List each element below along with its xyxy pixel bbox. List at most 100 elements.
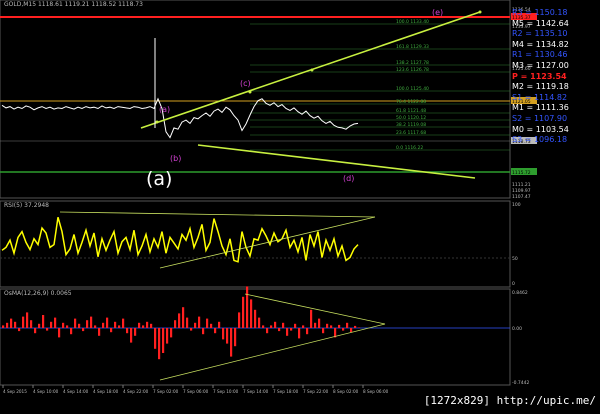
osma-bar xyxy=(202,328,205,335)
osma-bar xyxy=(98,328,101,336)
osma-bar xyxy=(270,325,273,328)
time-tick-label: 7 Sep 18:00 xyxy=(273,389,299,394)
osma-bar xyxy=(326,323,329,328)
fib-level-label: 100.0 1125.40 xyxy=(396,86,429,92)
osma-bar xyxy=(210,323,213,328)
time-tick-label: 4 Sep 18:00 xyxy=(93,389,119,394)
osma-bar xyxy=(218,321,221,328)
pivot-level: M2 = 1119.18 xyxy=(512,82,569,92)
osma-bar xyxy=(358,327,361,328)
fib-level-label: 123.6 1126.78 xyxy=(396,67,429,73)
fib-level-label: 61.8 1121.48 xyxy=(396,108,426,114)
osma-bar xyxy=(338,324,341,328)
osma-bar xyxy=(266,328,269,334)
osma-bar xyxy=(238,312,241,328)
trendline-node xyxy=(478,10,482,14)
time-tick-label: 4 Sep 2015 xyxy=(3,389,27,394)
osma-bar xyxy=(34,328,37,334)
osma-triangle-upper xyxy=(244,293,386,325)
pivot-level: M4 = 1134.82 xyxy=(512,39,569,49)
osma-bar xyxy=(226,328,229,344)
time-tick-label: 7 Sep 10:00 xyxy=(213,389,239,394)
osma-bar xyxy=(86,320,89,328)
time-tick-label: 7 Sep 14:00 xyxy=(243,389,269,394)
osma-bar xyxy=(10,318,13,328)
osma-bar xyxy=(286,328,289,336)
osma-bar xyxy=(310,309,313,328)
osma-bar xyxy=(254,309,257,328)
osma-bar xyxy=(298,328,301,339)
time-tick-label: 7 Sep 02:00 xyxy=(153,389,179,394)
osma-bar xyxy=(190,328,193,331)
osma-bar xyxy=(198,316,201,328)
osma-bar xyxy=(302,325,305,328)
price-marker-label: 1115.72 xyxy=(512,170,531,176)
osma-bar xyxy=(18,328,21,332)
fib-level-label: 50.0 1120.12 xyxy=(396,115,426,121)
osma-bar xyxy=(66,325,69,328)
osma-tick-label: 0.8462 xyxy=(512,290,528,296)
pivot-level: M5 = 1142.64 xyxy=(512,18,569,28)
pivot-level: R3 = 1150.18 xyxy=(512,8,568,17)
time-tick-label: 4 Sep 10:00 xyxy=(33,389,59,394)
osma-panel-frame xyxy=(0,288,511,386)
osma-bar xyxy=(166,328,169,344)
osma-bar xyxy=(290,328,293,331)
osma-bar xyxy=(262,325,265,328)
chart-canvas: 100.0 1133.40161.8 1129.33138.2 1127.781… xyxy=(0,0,537,394)
osma-bar xyxy=(46,328,49,331)
time-tick-label: 4 Sep 14:00 xyxy=(63,389,89,394)
osma-bar xyxy=(194,322,197,328)
osma-bar xyxy=(118,325,121,328)
pivot-level: M1 = 1111.36 xyxy=(512,103,569,113)
main-panel-header: GOLD,M15 1118.61 1119.21 1118.52 1118.73 xyxy=(4,1,143,8)
pivot-level: S1 = 1114.82 xyxy=(512,92,568,102)
osma-bar xyxy=(274,321,277,328)
osma-bar xyxy=(38,323,41,328)
osma-bar xyxy=(146,321,149,328)
osma-bar xyxy=(138,322,141,328)
time-tick-label: 7 Sep 06:00 xyxy=(183,389,209,394)
rsi-triangle-upper xyxy=(59,211,376,218)
osma-bar xyxy=(314,322,317,328)
osma-bar xyxy=(322,328,325,334)
pivot-level: R1 = 1130.46 xyxy=(512,50,568,60)
watermark: [1272x829] http://upic.me/ xyxy=(423,394,596,407)
osma-histogram xyxy=(2,286,361,360)
main-panel-frame xyxy=(0,0,511,199)
osma-bar xyxy=(70,328,73,335)
fib-level-label: 138.2 1127.78 xyxy=(396,60,429,66)
osma-bar xyxy=(346,322,349,328)
osma-bar xyxy=(78,323,81,328)
price-series-line xyxy=(1,97,359,139)
time-tick-label: 8 Sep 02:00 xyxy=(333,389,359,394)
osma-bar xyxy=(278,328,281,332)
wave-label-b: (b) xyxy=(170,154,181,163)
trendline-node xyxy=(155,120,159,124)
rsi-tick-label: 50 xyxy=(512,256,518,262)
trendline-node xyxy=(248,90,252,94)
pivot-level: M3 = 1127.00 xyxy=(512,61,569,70)
wave-label-a: (a) xyxy=(159,105,170,114)
osma-bar xyxy=(242,296,245,328)
osma-bar xyxy=(342,328,345,331)
chart-stage: 100.0 1133.40 161.8 1129.33 138.2 1127.78 1… xyxy=(0,0,600,410)
osma-bar xyxy=(250,299,253,328)
osma-bar xyxy=(26,312,29,328)
osma-tick-label: 0.00 xyxy=(512,326,522,332)
osma-bar xyxy=(282,322,285,328)
osma-bar xyxy=(154,328,157,349)
osma-bar xyxy=(54,317,57,328)
fib-level-label: 38.2 1119.08 xyxy=(396,122,426,128)
osma-bar xyxy=(14,321,17,328)
osma-bar xyxy=(246,286,249,328)
osma-bar xyxy=(142,325,145,328)
osma-bar xyxy=(170,328,173,338)
fib-level-label: 0.0 1116.22 xyxy=(396,145,423,151)
big-wave-label: (a) xyxy=(146,168,172,190)
osma-bar xyxy=(106,317,109,328)
fib-level-label: 100.0 1133.40 xyxy=(396,19,429,25)
osma-bar xyxy=(126,328,129,334)
osma-bar xyxy=(330,325,333,328)
osma-bar xyxy=(258,317,261,328)
